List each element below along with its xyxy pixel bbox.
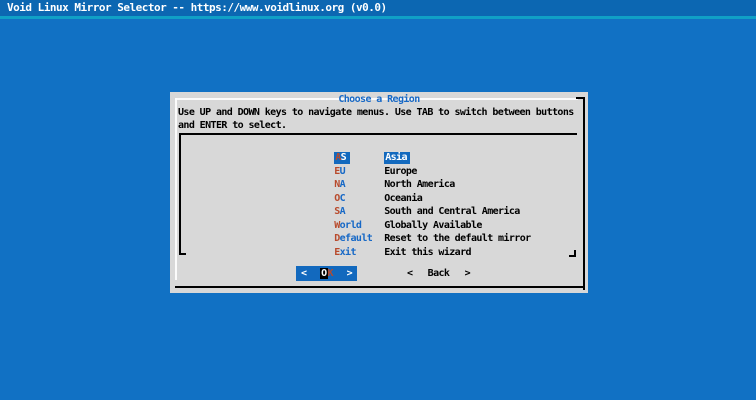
menu-tag: EU (334, 165, 384, 178)
menu-box-corner-bottom-right (574, 250, 576, 257)
menu-tag-rest: S (341, 152, 346, 163)
back-button-bracket-left: < (407, 268, 412, 279)
menu-tag: OC (334, 192, 384, 205)
dialog-border-left (175, 98, 177, 280)
menu-item-description: Europe (384, 166, 417, 177)
ok-button-hotkey-cursor: O (320, 268, 327, 279)
menu-item-description: Exit this wizard (384, 247, 471, 258)
menu-tag: World (334, 219, 384, 232)
terminal-screen: Void Linux Mirror Selector -- https://ww… (0, 0, 756, 400)
backtitle-bar: Void Linux Mirror Selector -- https://ww… (0, 0, 756, 16)
dialog-border-right (583, 97, 585, 290)
dialog-window: Choose a Region Use UP and DOWN keys to … (170, 92, 588, 293)
menu-item-description: Oceania (384, 193, 422, 204)
back-button-label: Back (428, 268, 450, 279)
menu-tag: Exit (334, 246, 384, 259)
ok-button-label-rest: K (328, 268, 333, 279)
menu-tag: AS (334, 151, 384, 164)
menu-tag-rest: xit (340, 247, 356, 258)
help-text-line2: and ENTER to select. (178, 120, 286, 131)
menu-item-description: Reset to the default mirror (384, 233, 530, 244)
menu-tag-rest: C (340, 193, 345, 204)
backtitle-separator-line (0, 16, 756, 19)
dialog-border-bottom (175, 286, 585, 288)
menu-box: ASAsia EUEurope NANorth America OCOceani… (179, 133, 577, 259)
ok-button-bracket-left: < (301, 268, 306, 279)
menu-box-border-top (179, 133, 577, 135)
menu-item-description: North America (384, 179, 454, 190)
menu-box-corner-bottom-right-foot (569, 255, 574, 257)
menu-item-description: South and Central America (384, 206, 520, 217)
menu-tag-rest: U (340, 166, 345, 177)
help-text-line1: Use UP and DOWN keys to navigate menus. … (178, 107, 574, 118)
back-button-bracket-right: > (465, 268, 470, 279)
menu-tag-rest: A (340, 206, 345, 217)
dialog-title: Choose a Region (170, 94, 588, 105)
ok-button-bracket-right: > (347, 268, 352, 279)
menu-item-description: Globally Available (384, 220, 482, 231)
ok-button[interactable]: < OK > (296, 266, 357, 281)
menu-tag-rest: efault (340, 233, 373, 244)
backtitle-text: Void Linux Mirror Selector -- https://ww… (7, 1, 387, 14)
menu-tag-rest: A (340, 179, 345, 190)
menu-tag: Default (334, 232, 384, 245)
menu-list: ASAsia EUEurope NANorth America OCOceani… (179, 138, 577, 246)
menu-box-corner-bottom-left (181, 253, 186, 255)
menu-item-asia[interactable]: ASAsia (179, 138, 577, 152)
back-button[interactable]: < Back > (402, 266, 475, 281)
menu-tag: SA (334, 205, 384, 218)
menu-item-description: Asia (384, 152, 410, 164)
menu-tag: NA (334, 178, 384, 191)
menu-tag-rest: orld (340, 220, 362, 231)
